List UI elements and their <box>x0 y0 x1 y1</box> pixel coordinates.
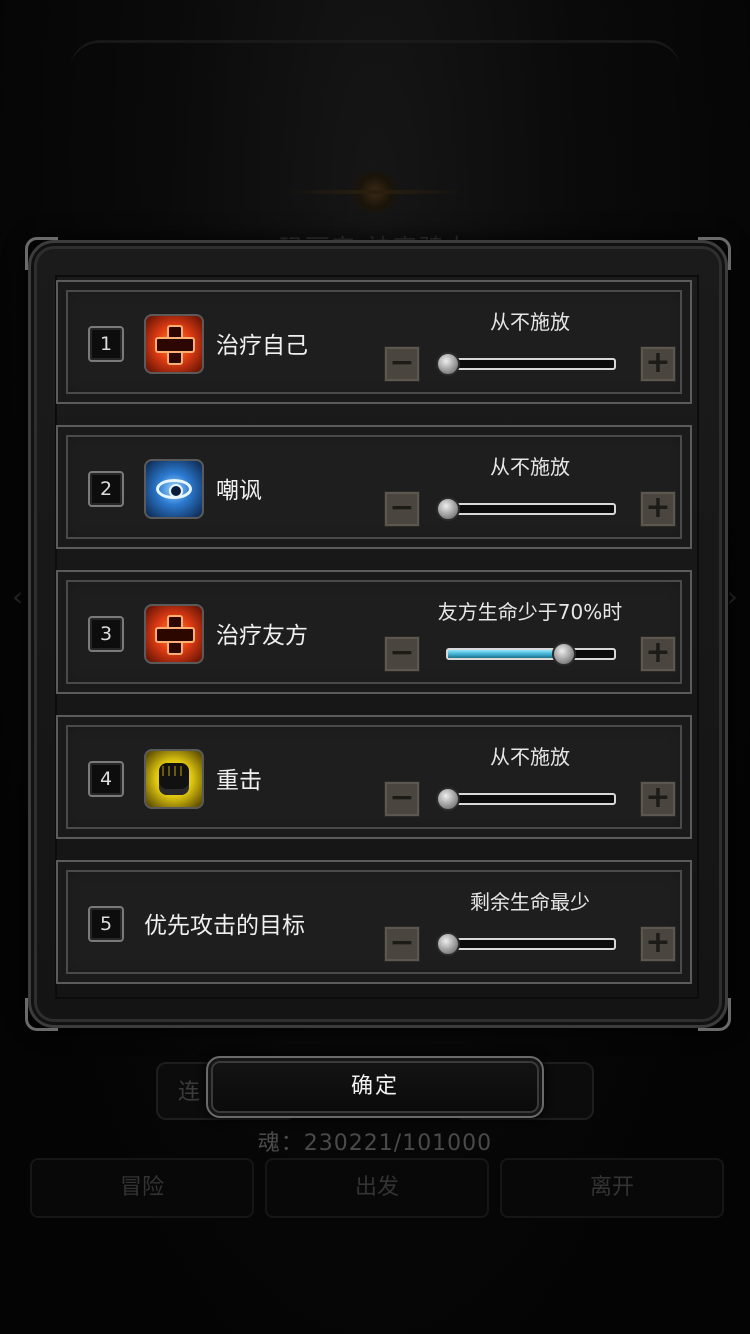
setting-label: 友方生命少于70%时 <box>437 600 623 624</box>
prev-arrow-icon: ‹ <box>12 580 24 613</box>
heal-cross-icon <box>144 314 204 374</box>
increase-button[interactable]: + <box>640 926 676 962</box>
slider-thumb[interactable] <box>436 497 460 521</box>
plus-icon: + <box>645 635 671 670</box>
setting-slider[interactable] <box>436 932 616 956</box>
skill-row: 1 治疗自己 从不施放 − + <box>56 280 692 404</box>
plus-icon: + <box>645 780 671 815</box>
taunt-eye-icon <box>144 459 204 519</box>
next-arrow-icon: › <box>726 580 738 613</box>
skill-name: 重击 <box>216 768 262 794</box>
setting-slider[interactable] <box>436 352 616 376</box>
skill-number: 4 <box>88 761 124 797</box>
plus-icon: + <box>645 925 671 960</box>
decrease-button[interactable]: − <box>384 346 420 382</box>
skill-number: 3 <box>88 616 124 652</box>
setting-label: 剩余生命最少 <box>470 890 590 914</box>
slider-thumb[interactable] <box>552 642 577 666</box>
nav-adventure: 冒险 <box>30 1158 254 1218</box>
confirm-button[interactable]: 确定 <box>206 1056 544 1118</box>
skill-number: 5 <box>88 906 124 942</box>
skill-number: 2 <box>88 471 124 507</box>
minus-icon: − <box>389 345 415 380</box>
slider-fill <box>448 650 565 658</box>
setting-label: 从不施放 <box>490 745 570 769</box>
soul-counter: 魂：230221/101000 <box>257 1131 493 1156</box>
frame-ornament <box>25 237 58 270</box>
skill-row: 2 嘲讽 从不施放 − + <box>56 425 692 549</box>
setting-slider[interactable] <box>436 497 616 521</box>
setting-slider[interactable] <box>446 642 616 666</box>
increase-button[interactable]: + <box>640 346 676 382</box>
minus-icon: − <box>389 635 415 670</box>
decrease-button[interactable]: − <box>384 781 420 817</box>
heal-cross-icon <box>144 604 204 664</box>
setting-label: 从不施放 <box>490 310 570 334</box>
slider-thumb[interactable] <box>436 932 460 956</box>
fist-icon <box>144 749 204 809</box>
skill-row: 3 治疗友方 友方生命少于70%时 − + <box>56 570 692 694</box>
increase-button[interactable]: + <box>640 491 676 527</box>
skill-name: 治疗自己 <box>216 333 308 359</box>
skill-number: 1 <box>88 326 124 362</box>
plus-icon: + <box>645 490 671 525</box>
setting-slider[interactable] <box>436 787 616 811</box>
decrease-button[interactable]: − <box>384 491 420 527</box>
skill-row: 4 重击 从不施放 − + <box>56 715 692 839</box>
frame-ornament <box>698 237 731 270</box>
minus-icon: − <box>389 780 415 815</box>
setting-label: 从不施放 <box>490 455 570 479</box>
increase-button[interactable]: + <box>640 636 676 672</box>
increase-button[interactable]: + <box>640 781 676 817</box>
decrease-button[interactable]: − <box>384 636 420 672</box>
skill-row: 5 优先攻击的目标 剩余生命最少 − + <box>56 860 692 984</box>
nav-leave: 离开 <box>500 1158 724 1218</box>
skill-name: 治疗友方 <box>216 623 308 649</box>
plus-icon: + <box>645 345 671 380</box>
minus-icon: − <box>389 925 415 960</box>
decrease-button[interactable]: − <box>384 926 420 962</box>
slider-thumb[interactable] <box>436 787 460 811</box>
skill-name: 嘲讽 <box>216 478 262 504</box>
frame-ornament <box>25 998 58 1031</box>
skill-name: 优先攻击的目标 <box>144 913 305 939</box>
nav-depart: 出发 <box>265 1158 489 1218</box>
frame-ornament <box>698 998 731 1031</box>
minus-icon: − <box>389 490 415 525</box>
emblem-icon <box>285 172 465 212</box>
slider-thumb[interactable] <box>436 352 460 376</box>
